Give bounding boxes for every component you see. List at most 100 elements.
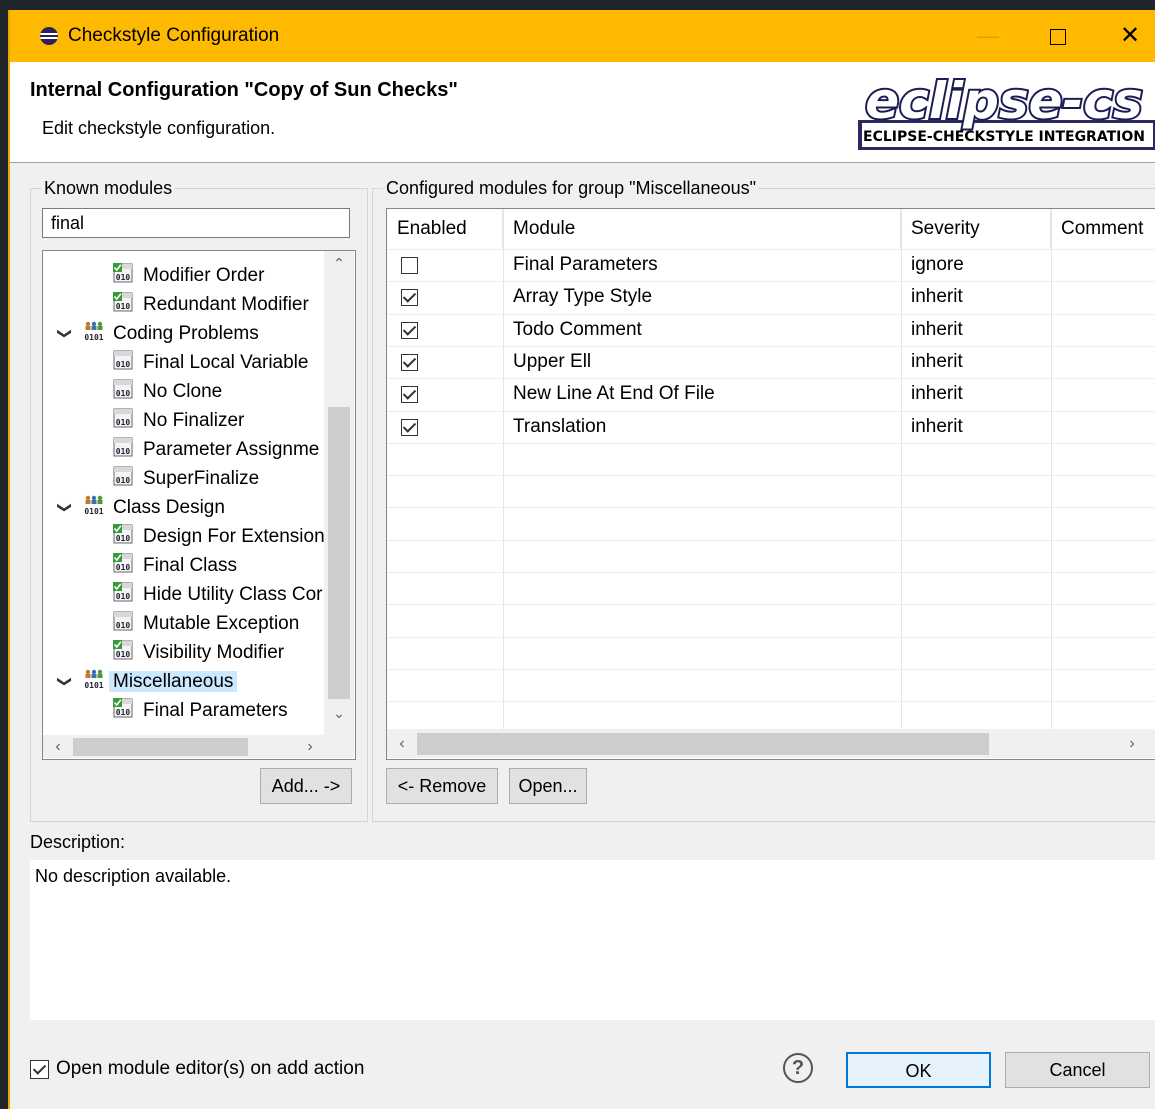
module-enabled-checkbox[interactable] bbox=[401, 353, 418, 371]
tree-item-label: Final Parameters bbox=[143, 700, 288, 721]
module-filter-input[interactable] bbox=[42, 208, 350, 238]
severity-cell[interactable]: ignore bbox=[911, 249, 964, 281]
config-title: Internal Configuration "Copy of Sun Chec… bbox=[30, 79, 458, 101]
module-icon: 010 bbox=[113, 350, 133, 370]
svg-text:010: 010 bbox=[116, 447, 131, 456]
module-group-icon: 0101 bbox=[84, 669, 104, 690]
tree-module-item[interactable]: 010 Final Class bbox=[113, 551, 237, 580]
module-enabled-checkbox[interactable] bbox=[401, 257, 418, 274]
severity-cell[interactable]: inherit bbox=[911, 346, 963, 378]
close-icon: ✕ bbox=[1119, 22, 1141, 49]
configured-module-icon: 010 bbox=[113, 581, 133, 602]
row-divider bbox=[387, 636, 1155, 638]
tree-item-label: Visibility Modifier bbox=[143, 642, 285, 663]
remove-module-button[interactable]: <- Remove bbox=[386, 768, 498, 804]
scroll-down-icon[interactable]: ⌄ bbox=[324, 705, 354, 731]
cancel-button[interactable]: Cancel bbox=[1005, 1052, 1150, 1088]
module-name-cell[interactable]: Array Type Style bbox=[513, 281, 652, 313]
module-name-cell[interactable]: Upper Ell bbox=[513, 346, 591, 378]
close-button[interactable]: ✕ bbox=[1100, 10, 1155, 62]
module-enabled-checkbox[interactable] bbox=[401, 418, 418, 436]
expand-chevron-icon[interactable]: ❯ bbox=[50, 502, 79, 514]
severity-cell[interactable]: inherit bbox=[911, 411, 963, 443]
open-editor-checkbox[interactable] bbox=[30, 1060, 49, 1079]
title-bar[interactable]: Checkstyle Configuration — ✕ bbox=[10, 10, 1155, 62]
logo-wordmark: eclipse-cs bbox=[865, 74, 1142, 130]
column-divider bbox=[901, 209, 902, 729]
severity-cell[interactable]: inherit bbox=[911, 378, 963, 410]
svg-text:010: 010 bbox=[116, 360, 131, 369]
table-horizontal-scrollbar[interactable]: ‹ › bbox=[387, 729, 1155, 758]
open-module-button[interactable]: Open... bbox=[509, 768, 587, 804]
scroll-up-icon[interactable]: ⌃ bbox=[324, 255, 354, 281]
severity-cell[interactable]: inherit bbox=[911, 314, 963, 346]
tree-module-item[interactable]: 010 No Clone bbox=[113, 377, 222, 406]
tree-group-item[interactable]: ❯ 0101 Coding Problems bbox=[57, 319, 259, 348]
tree-horizontal-scrollbar[interactable]: ‹ › bbox=[43, 735, 354, 758]
tree-module-item[interactable]: 010 Final Local Variable bbox=[113, 348, 308, 377]
minimize-button[interactable]: — bbox=[958, 10, 1018, 62]
help-icon[interactable]: ? bbox=[783, 1053, 813, 1083]
tree-module-item[interactable]: 010 Final Parameters bbox=[113, 696, 288, 725]
module-name-cell[interactable]: Final Parameters bbox=[513, 249, 658, 281]
configured-module-icon: 010 bbox=[113, 291, 133, 312]
tree-module-item[interactable]: 010 SuperFinalize bbox=[113, 464, 259, 493]
maximize-button[interactable] bbox=[1028, 10, 1088, 62]
add-module-button[interactable]: Add... -> bbox=[260, 768, 352, 804]
svg-text:010: 010 bbox=[116, 592, 131, 601]
module-enabled-checkbox[interactable] bbox=[401, 289, 418, 307]
column-header-module[interactable]: Module bbox=[503, 209, 901, 249]
module-name-cell[interactable]: Todo Comment bbox=[513, 314, 642, 346]
module-name-cell[interactable]: New Line At End Of File bbox=[513, 378, 715, 410]
ok-button[interactable]: OK bbox=[846, 1052, 991, 1088]
column-header-severity[interactable]: Severity bbox=[901, 209, 1051, 249]
tree-vertical-scrollbar[interactable]: ⌃ ⌄ bbox=[324, 251, 354, 735]
scroll-left-icon[interactable]: ‹ bbox=[387, 729, 417, 758]
severity-cell[interactable]: inherit bbox=[911, 281, 963, 313]
logo-tagline: ECLIPSE-CHECKSTYLE INTEGRATION bbox=[863, 129, 1145, 145]
column-header-enabled[interactable]: Enabled bbox=[387, 209, 503, 249]
configured-module-icon: 010 bbox=[113, 639, 133, 660]
maximize-icon bbox=[1050, 29, 1066, 46]
module-name-cell[interactable]: Translation bbox=[513, 411, 606, 443]
column-divider bbox=[503, 209, 504, 729]
eclipse-app-icon bbox=[40, 27, 58, 45]
svg-text:0101: 0101 bbox=[84, 333, 103, 342]
column-divider bbox=[1051, 209, 1052, 729]
configured-module-icon: 010 bbox=[113, 523, 133, 544]
tree-hscroll-thumb[interactable] bbox=[73, 738, 248, 756]
dialog-header: Internal Configuration "Copy of Sun Chec… bbox=[10, 62, 1155, 162]
tree-item-label: Coding Problems bbox=[113, 323, 259, 344]
tree-module-item[interactable]: 010 Visibility Modifier bbox=[113, 638, 284, 667]
row-divider bbox=[387, 410, 1155, 412]
column-header-comment[interactable]: Comment bbox=[1051, 209, 1155, 249]
minimize-icon: — bbox=[977, 23, 999, 48]
scroll-left-icon[interactable]: ‹ bbox=[43, 735, 73, 758]
tree-scroll-thumb[interactable] bbox=[328, 407, 350, 699]
tree-module-item[interactable]: 010 Hide Utility Class Cor bbox=[113, 580, 322, 609]
known-modules-tree[interactable]: 010 Final Parameters ❯ 0101 Miscellaneous 010… bbox=[42, 250, 356, 760]
configured-modules-table[interactable]: Enabled Module Severity Comment ‹ › Fina… bbox=[386, 208, 1155, 760]
row-divider bbox=[387, 572, 1155, 573]
description-label: Description: bbox=[30, 832, 126, 852]
tree-module-item[interactable]: 010 Modifier Order bbox=[113, 261, 264, 290]
tree-module-item[interactable]: 010 Mutable Exception bbox=[113, 609, 299, 638]
tree-group-item[interactable]: ❯ 0101 Class Design bbox=[57, 493, 225, 522]
row-divider bbox=[387, 475, 1155, 477]
tree-module-item[interactable]: 010 Parameter Assignme bbox=[113, 435, 319, 464]
tree-module-item[interactable]: 010 Redundant Modifier bbox=[113, 290, 309, 319]
module-enabled-checkbox[interactable] bbox=[401, 386, 418, 404]
scroll-right-icon[interactable]: › bbox=[1117, 729, 1147, 758]
expand-chevron-icon[interactable]: ❯ bbox=[50, 328, 79, 340]
table-hscroll-thumb[interactable] bbox=[417, 733, 989, 755]
open-editor-label[interactable]: Open module editor(s) on add action bbox=[56, 1058, 364, 1080]
scroll-right-icon[interactable]: › bbox=[295, 735, 325, 758]
row-divider bbox=[387, 281, 1155, 283]
expand-chevron-icon[interactable]: ❯ bbox=[50, 676, 79, 688]
tree-module-item[interactable]: 010 No Finalizer bbox=[113, 406, 244, 435]
tree-item-label: Final Local Variable bbox=[143, 352, 309, 373]
row-divider bbox=[387, 345, 1155, 347]
module-enabled-checkbox[interactable] bbox=[401, 321, 418, 339]
tree-group-item[interactable]: ❯ 0101 Miscellaneous bbox=[57, 667, 238, 696]
tree-module-item[interactable]: 010 Design For Extension bbox=[113, 522, 325, 551]
